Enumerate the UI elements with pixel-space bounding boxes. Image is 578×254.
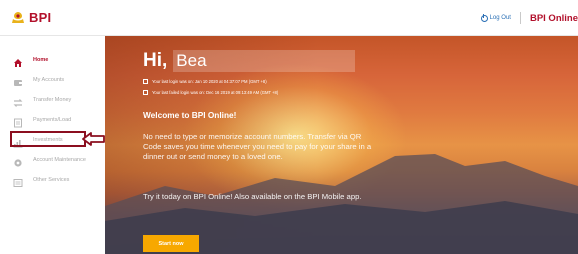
bpi-logo-icon (10, 11, 26, 25)
promo-paragraph-2: Try it today on BPI Online! Also availab… (143, 192, 362, 201)
home-icon (13, 55, 23, 67)
promo-paragraph: No need to type or memorize account numb… (143, 132, 372, 162)
sidebar-item-payments-load[interactable]: Payments/Load (0, 112, 100, 128)
top-header: BPI Log Out BPI Online (0, 0, 578, 36)
sidebar-item-label: Account Maintenance (33, 157, 86, 163)
sidebar-item-other-services[interactable]: Other Services (0, 172, 100, 188)
logout-label: Log Out (489, 15, 511, 21)
welcome-title: Welcome to BPI Online! (143, 110, 237, 120)
last-failed-login-info: Your last failed login was on: Dec 16 20… (143, 90, 278, 95)
investments-highlight-box (10, 131, 86, 147)
greeting: Hi, Bea (143, 50, 356, 72)
last-login-info: Your last login was on: Jan 10 2020 at 0… (143, 79, 267, 84)
pointer-arrow-icon (82, 132, 105, 146)
sidebar-item-account-maintenance[interactable]: Account Maintenance (0, 152, 100, 168)
sidebar-item-label: Other Services (33, 177, 70, 183)
hero-banner: Hi, Bea Your last login was on: Jan 10 2… (105, 36, 578, 254)
logout-link[interactable]: Log Out (480, 13, 511, 22)
settings-icon (13, 155, 23, 167)
header-divider (519, 12, 521, 24)
logo-text: BPI (29, 10, 52, 25)
sidebar-item-home[interactable]: Home (0, 52, 100, 68)
header-actions: Log Out BPI Online (480, 12, 578, 24)
sidebar-item-transfer-money[interactable]: Transfer Money (0, 92, 100, 108)
sidebar-item-label: Home (33, 57, 49, 63)
last-failed-login-text: Your last failed login was on: Dec 16 20… (152, 90, 279, 95)
sidebar-item-label: Payments/Load (33, 117, 72, 123)
payments-icon (13, 115, 23, 128)
last-login-text: Your last login was on: Jan 10 2020 at 0… (152, 79, 267, 84)
start-now-button[interactable]: Start now (143, 235, 199, 252)
greeting-hi: Hi, (143, 50, 168, 71)
sidebar-item-label: My Accounts (33, 77, 65, 83)
transfer-icon (13, 95, 23, 107)
sidebar-nav: Home My Accounts Transfer Money Payments… (0, 36, 105, 254)
sidebar-item-my-accounts[interactable]: My Accounts (0, 72, 100, 88)
user-name-box: Bea (173, 50, 356, 72)
user-name: Bea (176, 51, 207, 70)
bpi-logo[interactable]: BPI (10, 10, 51, 25)
power-icon (480, 13, 488, 22)
wallet-icon (13, 75, 23, 86)
brand-label: BPI Online (529, 12, 578, 24)
calendar-icon (143, 90, 148, 95)
calendar-icon (143, 79, 148, 84)
sidebar-item-label: Transfer Money (33, 97, 72, 103)
list-icon (13, 175, 23, 187)
